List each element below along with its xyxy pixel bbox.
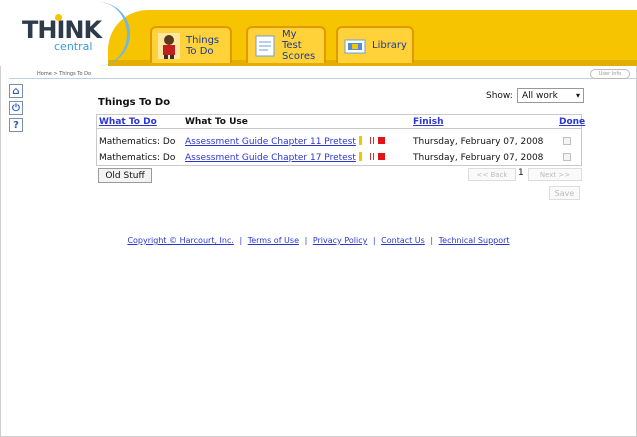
footer: Copyright © Harcourt, Inc. | Terms of Us… <box>0 236 637 245</box>
row1-stop-icon[interactable] <box>378 137 385 144</box>
header-divider <box>97 128 581 129</box>
breadcrumb[interactable]: Home > Things To Do <box>37 71 91 77</box>
show-filter-value: All work <box>522 90 558 101</box>
row2-assignment-link[interactable]: Assessment Guide Chapter 17 Pretest <box>185 153 356 164</box>
col-header-what-to-use: What To Use <box>185 117 248 127</box>
tab-library[interactable]: Library <box>336 26 414 63</box>
tab-my-test-scores[interactable]: My Test Scores <box>246 26 326 63</box>
show-label: Show: <box>486 91 513 101</box>
logout-icon[interactable]: ⏻ <box>9 101 23 115</box>
logo: THINK central <box>22 14 102 53</box>
row1-finish-date: Thursday, February 07, 2008 <box>413 137 544 147</box>
tab-label-line2: To Do <box>186 45 214 57</box>
row1-pause-icon <box>370 137 371 144</box>
user-info-button[interactable]: User Info <box>590 69 630 79</box>
row1-pause-icon-bar <box>373 137 374 144</box>
row2-done-checkbox[interactable] <box>563 153 571 161</box>
student-icon <box>158 32 180 59</box>
col-header-what-to-do[interactable]: What To Do <box>99 117 157 128</box>
logo-think: THINK <box>22 16 102 44</box>
help-icon[interactable]: ? <box>9 118 23 132</box>
tab-library-label: Library <box>372 40 407 51</box>
terms-link[interactable]: Terms of Use <box>248 236 299 245</box>
tab-label-line1: My Test <box>282 29 302 51</box>
tab-label-line1: Library <box>372 40 407 51</box>
row2-pause-icon-bar <box>373 153 374 160</box>
tab-my-test-scores-label: My Test Scores <box>282 29 318 62</box>
row2-marker-icon <box>359 152 362 161</box>
row2-stop-icon[interactable] <box>378 153 385 160</box>
page-number: 1 <box>518 168 524 178</box>
row1-assignment-link[interactable]: Assessment Guide Chapter 11 Pretest <box>185 137 356 148</box>
support-link[interactable]: Technical Support <box>439 236 510 245</box>
footer-separator: | <box>304 236 308 245</box>
row2-pause-icon <box>370 153 371 160</box>
footer-separator: | <box>372 236 376 245</box>
old-stuff-button[interactable]: Old Stuff <box>98 168 152 183</box>
things-to-do-table: What To Do What To Use Finish Done Mathe… <box>96 114 585 166</box>
row1-done-checkbox[interactable] <box>563 137 571 145</box>
page-title: Things To Do <box>98 97 171 108</box>
breadcrumb-divider <box>9 78 637 79</box>
privacy-link[interactable]: Privacy Policy <box>313 236 368 245</box>
save-button[interactable]: Save <box>549 186 580 200</box>
chevron-down-icon: ▾ <box>575 91 580 100</box>
logo-dot-icon <box>55 14 62 21</box>
footer-separator: | <box>239 236 243 245</box>
library-icon <box>344 39 366 53</box>
row2-finish-date: Thursday, February 07, 2008 <box>413 153 544 163</box>
tab-label-line1: Things <box>186 34 220 46</box>
row1-what-to-do: Mathematics: Do <box>99 137 176 147</box>
row1-marker-icon <box>359 136 362 145</box>
header: THINK central Things To Do My Test Score… <box>0 0 637 66</box>
contact-link[interactable]: Contact Us <box>381 236 425 245</box>
next-button[interactable]: Next >> <box>528 168 582 181</box>
back-button[interactable]: << Back <box>468 168 516 181</box>
tab-things-to-do-label: Things To Do <box>186 35 219 57</box>
footer-separator: | <box>430 236 434 245</box>
copyright-link[interactable]: Copyright © Harcourt, Inc. <box>127 236 233 245</box>
scores-paper-icon <box>255 35 275 56</box>
tab-label-line2: Scores <box>282 51 316 62</box>
row2-what-to-do: Mathematics: Do <box>99 153 176 163</box>
show-filter-select[interactable]: All work ▾ <box>517 88 584 103</box>
col-header-finish[interactable]: Finish <box>413 117 444 128</box>
tab-things-to-do[interactable]: Things To Do <box>150 26 232 63</box>
logo-central: central <box>54 40 93 53</box>
col-header-done[interactable]: Done <box>559 117 585 128</box>
home-icon[interactable]: ⌂ <box>9 84 23 98</box>
